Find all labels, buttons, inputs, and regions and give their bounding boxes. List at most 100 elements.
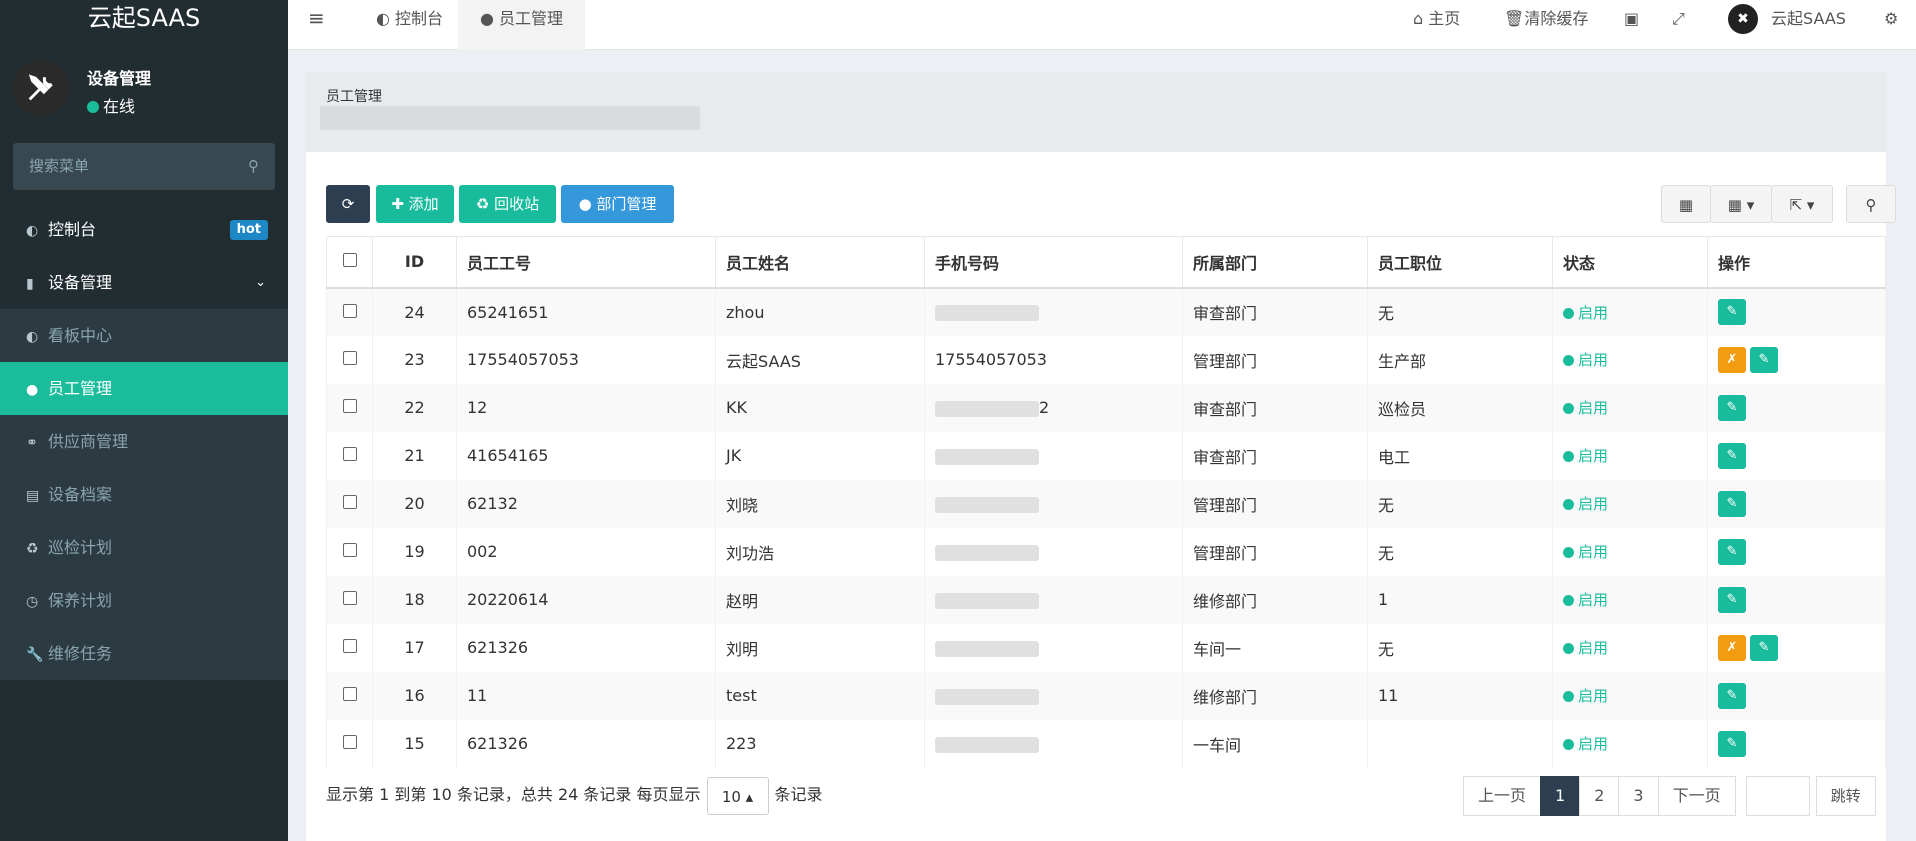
col-dept[interactable]: 所属部门 — [1182, 236, 1368, 289]
jump-page-input[interactable] — [1745, 776, 1810, 816]
sidebar-item-archive[interactable]: ▤ 设备档案 — [0, 468, 288, 521]
edit-button[interactable]: ✎ — [1718, 730, 1746, 757]
table-row[interactable]: 16 11 test 维修部门 11 启用 ✎ — [326, 671, 1886, 720]
page-2-button[interactable]: 2 — [1579, 776, 1620, 816]
menu-search-input[interactable]: 搜索菜单 ⚲ — [13, 143, 275, 190]
status-badge: 启用 — [1563, 687, 1608, 705]
unlink-button[interactable]: ✗ — [1718, 346, 1746, 373]
table-row[interactable]: 23 17554057053 云起SAAS 17554057053 管理部门 生产部 启用 ✗… — [326, 335, 1886, 384]
edit-button[interactable]: ✎ — [1718, 490, 1746, 517]
table-row[interactable]: 17 621326 刘明 车间一无启用 ✗ ✎ — [326, 623, 1886, 672]
row-select-cell — [326, 575, 373, 624]
toggle-view-button[interactable]: ▦ — [1661, 185, 1711, 223]
cell-actions: ✎ — [1707, 719, 1886, 768]
next-page-button[interactable]: 下一页 — [1657, 776, 1736, 816]
edit-button[interactable]: ✎ — [1718, 586, 1746, 613]
row-checkbox[interactable] — [342, 735, 357, 749]
col-phone[interactable]: 手机号码 — [924, 236, 1183, 289]
cell-staff-no: 12 — [456, 383, 716, 432]
page-3-button[interactable]: 3 — [1618, 776, 1659, 816]
columns-button[interactable]: ▦ ▾ — [1710, 185, 1772, 223]
search-toggle-button[interactable]: ⚲ — [1846, 185, 1896, 223]
tools-icon — [28, 74, 53, 101]
row-checkbox[interactable] — [342, 399, 357, 413]
home-icon: ⌂ — [1413, 9, 1429, 28]
translate-icon[interactable]: ▣ — [1624, 0, 1639, 37]
table-row[interactable]: 19 002 刘功浩 管理部门无启用 ✎ — [326, 527, 1886, 576]
cell-actions: ✎ — [1707, 527, 1886, 576]
status-badge: 启用 — [1563, 447, 1608, 465]
sidebar-item-dashboard[interactable]: ◐ 控制台 hot — [0, 203, 288, 256]
clear-cache-button[interactable]: 🗑清除缓存 — [1504, 0, 1588, 37]
staff-table: ID 员工工号 员工姓名 手机号码 所属部门 员工职位 状态 操作 24 6524… — [326, 236, 1886, 768]
settings-gear-icon[interactable]: ⚙ — [1884, 0, 1898, 37]
status-dot-icon — [1563, 643, 1574, 654]
blurred-phone — [935, 305, 1039, 321]
prev-page-button[interactable]: 上一页 — [1463, 776, 1542, 816]
tab-staff[interactable]: ● 员工管理 — [458, 0, 586, 50]
sidebar-item-maintenance[interactable]: ◷ 保养计划 — [0, 574, 288, 627]
cell-id: 18 — [372, 575, 457, 624]
add-button[interactable]: ✚ 添加 — [376, 185, 454, 223]
status-dot-icon — [1563, 547, 1574, 558]
search-icon[interactable]: ⚲ — [248, 143, 259, 190]
col-staff-name[interactable]: 员工姓名 — [715, 236, 925, 289]
table-row[interactable]: 21 41654165 JK 审查部门 电工 启用 ✎ — [326, 431, 1886, 480]
cell-staff-no: 41654165 — [456, 431, 716, 480]
hamburger-icon[interactable]: ≡ — [308, 0, 325, 37]
cell-phone — [924, 287, 1183, 336]
row-checkbox[interactable] — [342, 591, 357, 605]
user-avatar[interactable]: ✖ — [1728, 4, 1758, 34]
select-all-checkbox[interactable] — [342, 253, 357, 268]
col-position[interactable]: 员工职位 — [1367, 236, 1553, 289]
table-row[interactable]: 22 12 KK 2 审查部门 巡检员 启用 ✎ — [326, 383, 1886, 432]
sidebar-item-staff[interactable]: ● 员工管理 — [0, 362, 288, 415]
user-menu[interactable]: 云起SAAS — [1771, 0, 1846, 37]
table-row[interactable]: 18 20220614 赵明 维修部门 1 启用 ✎ — [326, 575, 1886, 624]
sidebar-item-supplier[interactable]: ⚭ 供应商管理 — [0, 415, 288, 468]
cell-staff-no: 11 — [456, 671, 716, 720]
table-row[interactable]: 20 62132 刘晓 管理部门无启用 ✎ — [326, 479, 1886, 528]
cell-staff-name: JK — [715, 431, 925, 480]
edit-button[interactable]: ✎ — [1750, 346, 1778, 373]
fullscreen-icon[interactable]: ⤢ — [1672, 0, 1685, 37]
sidebar-item-device-mgmt[interactable]: ▮ 设备管理 ⌄ — [0, 256, 288, 309]
sidebar-item-repair[interactable]: 🔧 维修任务 — [0, 627, 288, 680]
blurred-phone — [935, 736, 1039, 753]
col-staff-no[interactable]: 员工工号 — [456, 236, 716, 289]
edit-button[interactable]: ✎ — [1750, 634, 1778, 661]
dept-mgmt-button[interactable]: ● 部门管理 — [561, 185, 674, 223]
col-id[interactable]: ID — [372, 236, 457, 289]
edit-button[interactable]: ✎ — [1718, 538, 1746, 565]
row-checkbox[interactable] — [342, 495, 357, 509]
table-row[interactable]: 24 65241651 zhou 审查部门无启用 ✎ — [326, 287, 1886, 336]
refresh-button[interactable]: ⟳ — [326, 185, 370, 223]
sidebar-submenu: ◐ 看板中心 ● 员工管理 ⚭ 供应商管理 ▤ 设备档案 ♻ 巡检计划 ◷ 保养计划 🔧 维修… — [0, 309, 288, 680]
edit-button[interactable]: ✎ — [1718, 682, 1746, 709]
unlink-button[interactable]: ✗ — [1718, 634, 1746, 661]
export-button[interactable]: ⇱ ▾ — [1771, 185, 1833, 223]
row-checkbox[interactable] — [342, 687, 357, 701]
blurred-phone — [935, 400, 1039, 417]
sidebar-item-board[interactable]: ◐ 看板中心 — [0, 309, 288, 362]
brand-logo[interactable]: 云起SAAS — [0, 0, 288, 37]
tab-dashboard[interactable]: ◐ 控制台 — [364, 0, 455, 37]
page-size-select[interactable]: 10 ▴ — [706, 776, 769, 815]
edit-button[interactable]: ✎ — [1718, 394, 1746, 421]
row-checkbox[interactable] — [342, 351, 357, 365]
edit-button[interactable]: ✎ — [1718, 299, 1746, 325]
status-dot-icon — [1563, 595, 1574, 606]
row-checkbox[interactable] — [342, 447, 357, 461]
row-checkbox[interactable] — [342, 543, 357, 557]
edit-button[interactable]: ✎ — [1718, 442, 1746, 469]
row-checkbox[interactable] — [342, 303, 357, 318]
table-row[interactable]: 15 621326 223 一车间 启用 ✎ — [326, 719, 1886, 768]
row-checkbox[interactable] — [342, 639, 357, 653]
col-status[interactable]: 状态 — [1552, 236, 1708, 289]
sidebar-item-inspection[interactable]: ♻ 巡检计划 — [0, 521, 288, 574]
recycle-bin-button[interactable]: ♻ 回收站 — [459, 185, 556, 223]
page-1-button[interactable]: 1 — [1540, 776, 1581, 816]
home-link[interactable]: ⌂ 主页 — [1413, 0, 1460, 37]
cell-status: 启用 — [1552, 719, 1708, 768]
jump-button[interactable]: 跳转 — [1815, 776, 1876, 816]
